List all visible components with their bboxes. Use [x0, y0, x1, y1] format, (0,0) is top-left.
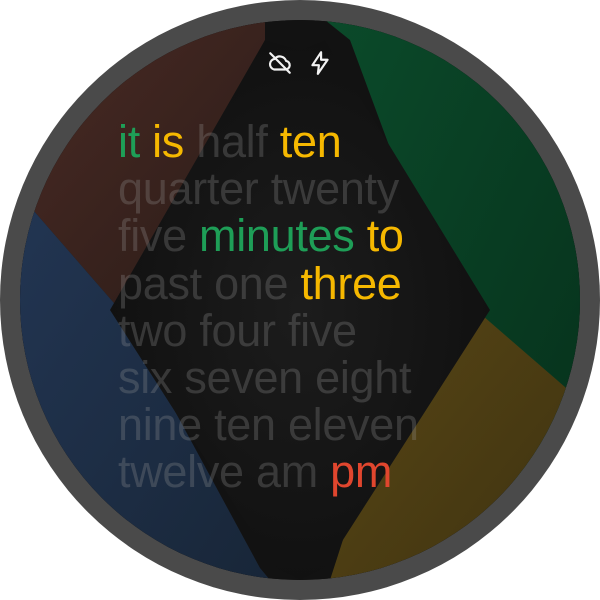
charging-bolt-icon	[311, 51, 329, 75]
clock-word: ten	[214, 399, 276, 451]
word-row: five minutes to	[118, 212, 419, 259]
clock-word-active: is	[152, 116, 185, 167]
word-row: six seven eight	[118, 354, 419, 401]
clock-word: half	[196, 116, 268, 167]
clock-word: quarter	[118, 163, 259, 215]
word-row: twelve am pm	[118, 448, 419, 495]
clock-word: one	[214, 257, 289, 309]
watch-bezel: it is half ten quarter twenty five minutes…	[0, 0, 600, 600]
word-clock-grid: it is half ten quarter twenty five minutes…	[118, 118, 419, 496]
clock-word: five	[287, 304, 357, 356]
word-row: past one three	[118, 257, 419, 309]
clock-word: four	[199, 304, 276, 356]
clock-word: nine	[118, 399, 202, 451]
clock-word-active: pm	[330, 446, 393, 498]
clock-word-active: ten	[279, 116, 342, 167]
clock-word: eight	[315, 351, 412, 403]
clock-word: six	[118, 351, 173, 403]
word-row: it is half ten	[118, 118, 419, 165]
clock-word: eleven	[287, 399, 419, 451]
clock-word: seven	[184, 351, 303, 403]
clock-word: past	[118, 257, 202, 309]
word-row: nine ten eleven	[118, 401, 419, 448]
watch-face[interactable]: it is half ten quarter twenty five minutes…	[20, 20, 580, 580]
clock-word: twelve	[118, 446, 244, 498]
word-row: two four five	[118, 307, 419, 354]
cloud-off-icon	[268, 52, 291, 74]
clock-word-active: to	[366, 210, 404, 262]
clock-word: two	[118, 304, 188, 356]
clock-word: am	[255, 446, 318, 498]
clock-word-active: three	[300, 257, 402, 309]
clock-word-active: it	[118, 116, 140, 167]
word-row: quarter twenty	[118, 165, 419, 212]
clock-word: twenty	[270, 163, 400, 215]
clock-word-active: minutes	[199, 210, 355, 262]
clock-word: five	[118, 210, 187, 262]
status-bar	[20, 50, 580, 76]
